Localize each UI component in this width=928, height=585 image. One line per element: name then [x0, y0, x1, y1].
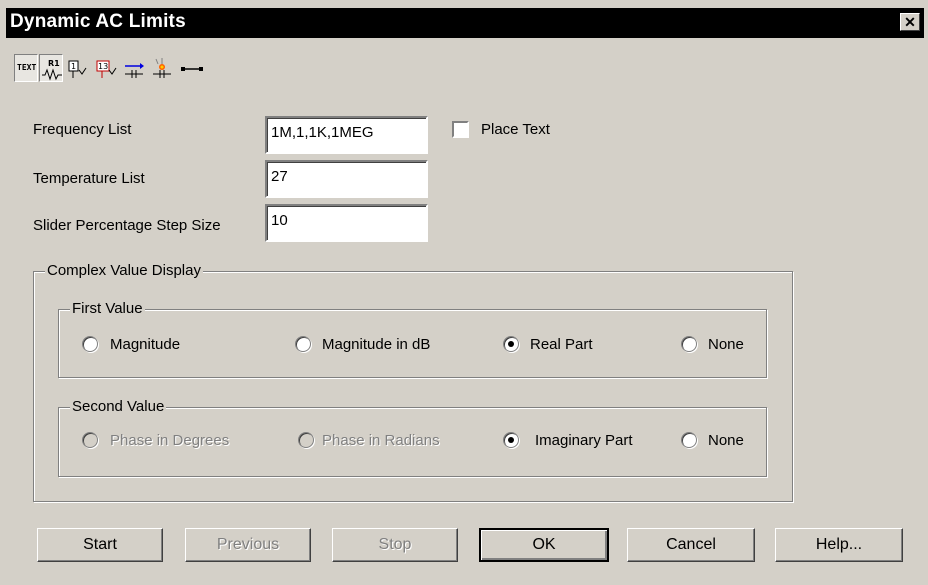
ok-button[interactable]: OK: [479, 528, 609, 562]
resistor-label-button[interactable]: R1: [39, 54, 63, 82]
svg-text:R1: R1: [48, 59, 60, 68]
second-value-legend: Second Value: [70, 398, 167, 415]
radio-selected-dot: [508, 341, 514, 347]
second-imaginary-part-label: Imaginary Part: [535, 432, 633, 449]
resistor-label-icon: R1: [42, 59, 62, 81]
second-phase-radians-label: Phase in Radians: [322, 432, 440, 449]
node-voltage-button[interactable]: 13: [94, 54, 118, 82]
text-toggle-button[interactable]: TEXT: [14, 54, 38, 82]
text-toggle-icon: TEXT: [17, 63, 37, 72]
second-phase-degrees-label: Phase in Degrees: [110, 432, 230, 449]
help-button[interactable]: Help...: [775, 528, 903, 562]
place-text-label: Place Text: [481, 121, 550, 138]
frequency-list-input[interactable]: 1M,1,1K,1MEG: [265, 116, 428, 154]
slider-step-size-label: Slider Percentage Step Size: [33, 217, 221, 234]
cancel-button[interactable]: Cancel: [627, 528, 755, 562]
first-magnitude-db-label: Magnitude in dB: [322, 336, 431, 353]
title-bar[interactable]: Dynamic AC Limits ✕: [6, 8, 924, 38]
complex-value-display-legend: Complex Value Display: [45, 262, 203, 279]
radio-selected-dot: [508, 437, 514, 443]
svg-text:1: 1: [71, 62, 76, 71]
first-real-part-radio[interactable]: [503, 336, 519, 352]
power-dissipation-icon: [153, 58, 171, 78]
first-real-part-label: Real Part: [530, 336, 593, 353]
first-none-label: None: [708, 336, 744, 353]
node-voltage-icon: 13: [96, 60, 117, 78]
svg-text:13: 13: [98, 62, 108, 71]
temperature-list-label: Temperature List: [33, 170, 145, 187]
stop-button[interactable]: Stop: [332, 528, 458, 562]
frequency-list-label: Frequency List: [33, 121, 132, 138]
pin-connection-icon: [181, 67, 203, 71]
second-none-label: None: [708, 432, 744, 449]
previous-button[interactable]: Previous: [185, 528, 311, 562]
first-none-radio[interactable]: [681, 336, 697, 352]
current-flow-icon: [125, 63, 144, 78]
second-imaginary-part-radio[interactable]: [503, 432, 519, 448]
node-number-button[interactable]: 1: [66, 54, 90, 82]
close-button[interactable]: ✕: [900, 13, 920, 31]
pin-connection-button[interactable]: [178, 54, 206, 82]
second-none-radio[interactable]: [681, 432, 697, 448]
temperature-list-input[interactable]: 27: [265, 160, 428, 198]
node-number-icon: 1: [68, 60, 87, 78]
second-phase-degrees-radio[interactable]: [82, 432, 98, 448]
dialog-window: Dynamic AC Limits ✕ TEXT R1 1 13 Frequen…: [0, 0, 928, 585]
slider-step-size-input[interactable]: 10: [265, 204, 428, 242]
first-value-legend: First Value: [70, 300, 145, 317]
window-title: Dynamic AC Limits: [10, 11, 186, 32]
power-dissipation-button[interactable]: [150, 54, 174, 82]
second-phase-radians-radio[interactable]: [298, 432, 314, 448]
place-text-checkbox[interactable]: [452, 121, 469, 138]
first-magnitude-db-radio[interactable]: [295, 336, 311, 352]
current-flow-button[interactable]: [122, 54, 146, 82]
toolbar: TEXT R1 1 13: [14, 54, 314, 84]
start-button[interactable]: Start: [37, 528, 163, 562]
first-magnitude-label: Magnitude: [110, 336, 181, 353]
first-magnitude-radio[interactable]: [82, 336, 98, 352]
